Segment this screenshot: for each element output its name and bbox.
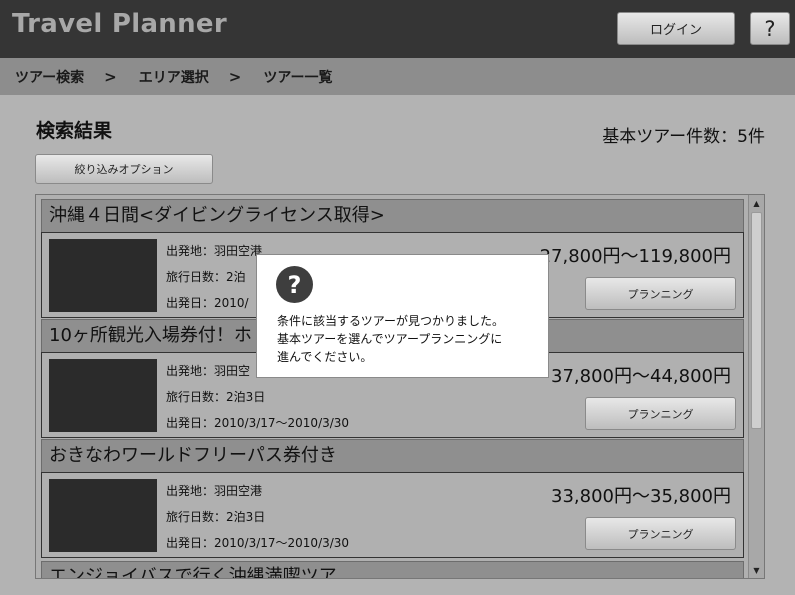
result-item: おきなわワールドフリーパス券付き 出発地：羽田空港 旅行日数：2泊3日 出発日：… [41,439,744,559]
dialog-message: 条件に該当するツアーが見つかりました。 基本ツアーを選んでツアープランニングに … [277,312,504,366]
scroll-down-arrow-icon[interactable]: ▼ [749,563,764,577]
result-title-partial: エンジョイバスで行く沖縄満喫ツア [41,561,744,578]
tour-thumbnail [49,359,157,432]
dialog-message-line: 基本ツアーを選んでツアープランニングに [277,332,503,346]
price-text: 37,800円～44,800円 [551,366,731,387]
breadcrumb: ツアー検索 > エリア選択 > ツアー一覧 [0,58,795,95]
info-dialog: ? 条件に該当するツアーが見つかりました。 基本ツアーを選んでツアープランニング… [256,254,549,378]
duration-text: 旅行日数：2泊 [166,270,246,284]
tour-thumbnail [49,479,157,552]
result-body: 出発地：羽田空港 旅行日数：2泊3日 出発日：2010/3/17～2010/3/… [41,472,744,558]
dialog-message-line: 条件に該当するツアーが見つかりました。 [277,314,505,328]
scroll-up-arrow-icon[interactable]: ▲ [749,196,764,210]
scroll-thumb[interactable] [751,212,762,429]
dates-text: 出発日：2010/3/17～2010/3/30 [166,416,350,430]
help-button[interactable]: ? [750,12,790,45]
duration-text: 旅行日数：2泊3日 [166,390,266,404]
app-header: Travel Planner ログイン ? [0,0,795,58]
tour-thumbnail [49,239,157,312]
breadcrumb-separator: > [104,67,117,86]
results-scrollbar[interactable]: ▲ ▼ [748,195,764,578]
page-title: 検索結果 [36,120,113,142]
price-text: 27,800円～119,800円 [539,246,731,267]
planning-button[interactable]: プランニング [585,277,736,310]
breadcrumb-item-tour-list: ツアー一覧 [263,69,333,86]
filter-options-button[interactable]: 絞り込みオプション [35,154,213,184]
result-title: 沖縄４日間<ダイビングライセンス取得> [41,199,744,232]
breadcrumb-item-tour-search[interactable]: ツアー検索 [15,67,84,87]
breadcrumb-separator: > [228,67,242,86]
price-text: 33,800円～35,800円 [551,486,731,507]
departure-text: 出発地：羽田空港 [166,244,263,258]
tour-count: 基本ツアー件数：5件 [602,127,765,147]
question-icon: ? [276,266,313,303]
breadcrumb-item-area-select[interactable]: エリア選択 [139,67,209,87]
planning-button[interactable]: プランニング [585,397,736,430]
planning-button[interactable]: プランニング [585,517,736,550]
duration-text: 旅行日数：2泊3日 [166,510,266,524]
results-list[interactable]: 沖縄４日間<ダイビングライセンス取得> 出発地：羽田空港 旅行日数：2泊 出発日… [35,194,765,579]
login-button[interactable]: ログイン [617,12,735,45]
departure-text: 出発地：羽田空 [166,364,251,378]
departure-text: 出発地：羽田空港 [166,484,263,498]
app-title: Travel Planner [12,9,227,39]
result-title: おきなわワールドフリーパス券付き [41,439,744,472]
dialog-message-line: 進んでください。 [277,350,373,364]
dates-text: 出発日：2010/3/17～2010/3/30 [166,536,350,550]
dates-text: 出発日：2010/ [166,296,249,310]
